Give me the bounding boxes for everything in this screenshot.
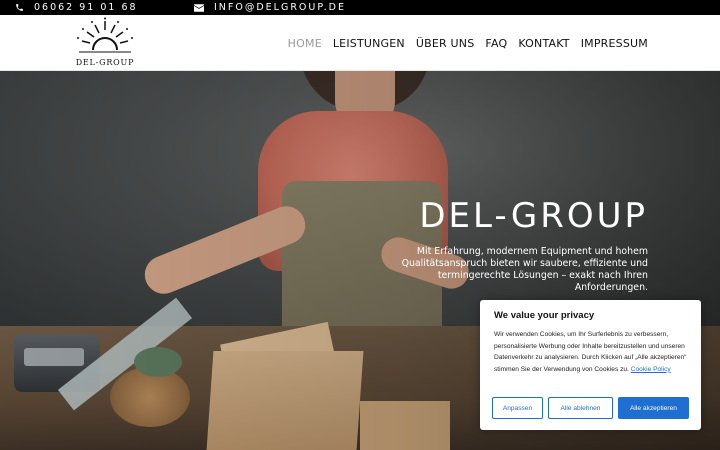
- cookie-text: Wir verwenden Cookies, um Ihr Surferlebn…: [494, 329, 687, 375]
- email-address: INFO@DELGROUP.DE: [214, 2, 346, 13]
- hero-description: Mit Erfahrung, modernem Equipment und ho…: [401, 246, 648, 293]
- email-contact[interactable]: INFO@DELGROUP.DE: [194, 0, 346, 15]
- main-nav: HOME LEISTUNGEN ÜBER UNS FAQ KONTAKT IMP…: [288, 15, 648, 71]
- envelope-icon: [194, 3, 204, 13]
- top-bar: 06062 91 01 68 INFO@DELGROUP.DE: [0, 0, 720, 15]
- nav-item-impressum[interactable]: IMPRESSUM: [581, 37, 648, 50]
- logo[interactable]: DEL-GROUP: [72, 17, 138, 69]
- nav-item-leistungen[interactable]: LEISTUNGEN: [333, 37, 405, 50]
- reject-all-button[interactable]: Alle ablehnen: [548, 397, 613, 419]
- accept-all-button[interactable]: Alle akzeptieren: [618, 397, 689, 419]
- nav-item-faq[interactable]: FAQ: [485, 37, 507, 50]
- phone-contact[interactable]: 06062 91 01 68: [14, 0, 138, 15]
- hero-title: DEL-GROUP: [419, 196, 648, 236]
- nav-item-kontakt[interactable]: KONTAKT: [518, 37, 569, 50]
- nav-item-home[interactable]: HOME: [288, 37, 322, 50]
- sun-logo-icon: [77, 17, 133, 53]
- logo-text: DEL-GROUP: [75, 58, 135, 67]
- site-header: DEL-GROUP HOME LEISTUNGEN ÜBER UNS FAQ K…: [0, 15, 720, 71]
- phone-icon: [14, 3, 24, 13]
- cookie-title: We value your privacy: [494, 310, 595, 321]
- cookie-banner: We value your privacy Wir verwenden Cook…: [480, 300, 701, 430]
- phone-number: 06062 91 01 68: [34, 2, 138, 13]
- cookie-policy-link[interactable]: Cookie Policy: [631, 366, 671, 373]
- customize-button[interactable]: Anpassen: [492, 397, 543, 419]
- nav-item-ueber-uns[interactable]: ÜBER UNS: [416, 37, 475, 50]
- cookie-buttons: Anpassen Alle ablehnen Alle akzeptieren: [492, 397, 689, 419]
